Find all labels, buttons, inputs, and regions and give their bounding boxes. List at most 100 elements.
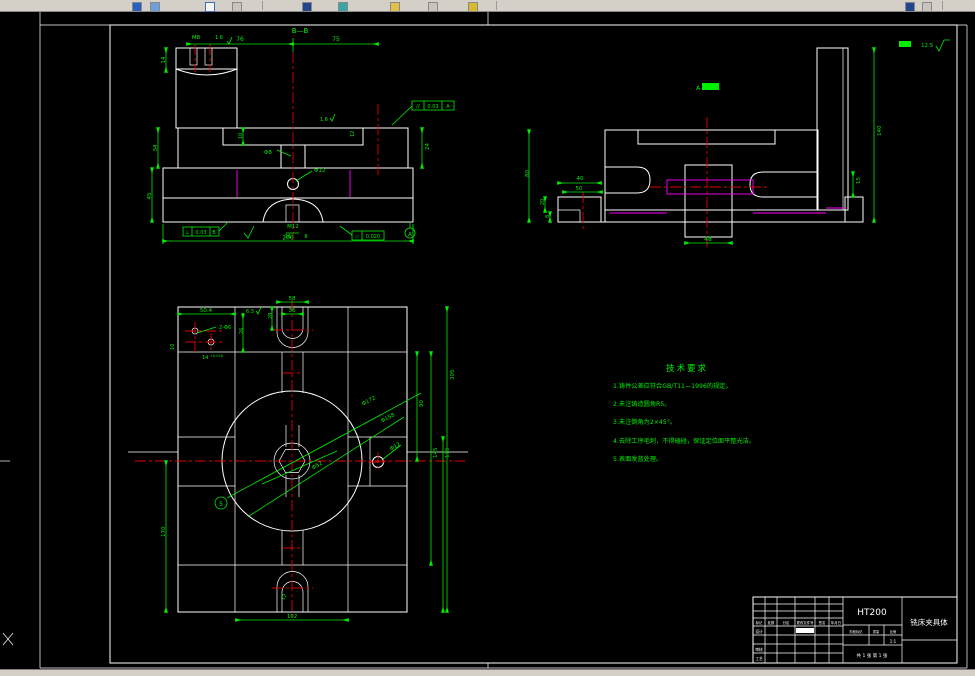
dim-label: +0.018 xyxy=(210,354,223,358)
svg-text:⊥: ⊥ xyxy=(185,230,190,236)
signature-mark xyxy=(796,628,814,633)
dim-label: 305 xyxy=(450,369,456,380)
dim-label: 12 xyxy=(280,593,288,602)
stage-header: 阶段标记 xyxy=(850,629,864,634)
view-a-label: A xyxy=(696,83,719,92)
dim-label: 50 xyxy=(576,186,583,192)
dim-label: 90 xyxy=(419,400,425,407)
dim-label: 10 xyxy=(170,344,176,350)
dim-label: 6.3 xyxy=(246,309,254,315)
scale-value: 1:1 xyxy=(890,639,897,644)
svg-text:B: B xyxy=(212,230,216,236)
drawing-canvas[interactable]: B—B 76 75 M8 1.6 14 34 45 10 12 24 Φ8 Φ1… xyxy=(0,11,975,669)
dim-label: 14 xyxy=(202,355,208,361)
svg-text:5: 5 xyxy=(219,501,223,508)
surface-finish-icon xyxy=(255,306,262,315)
dim-label: 34 xyxy=(153,144,159,151)
roughness-note: 12.5 xyxy=(899,39,950,52)
dim-label: 28 xyxy=(268,313,274,319)
section-label: B—B xyxy=(292,27,309,35)
dim-label: 12.5 xyxy=(921,43,934,49)
dim-label: 8 xyxy=(545,215,551,218)
title-block-header: 签名 xyxy=(819,620,826,625)
stage-header: 质量 xyxy=(873,629,880,634)
tech-req-title: 技术要求 xyxy=(666,363,708,374)
title-block-header: 处数 xyxy=(768,620,775,625)
dim-label: 24 xyxy=(425,143,431,150)
svg-text:0.03: 0.03 xyxy=(427,104,438,110)
dim-label: 26 xyxy=(239,328,245,334)
part-name: 铣床夹具体 xyxy=(910,617,948,627)
svg-text:A: A xyxy=(696,84,701,92)
surface-finish-icon xyxy=(935,39,950,52)
tech-req-item: 3.未注倒角为2×45°。 xyxy=(613,418,676,426)
material-label: HT200 xyxy=(857,608,887,618)
title-block-header: 年月日 xyxy=(831,620,841,625)
svg-text://: // xyxy=(416,104,420,110)
toolbar-separator xyxy=(942,1,943,10)
dim-label: 80 xyxy=(525,170,531,177)
dim-label: 140 xyxy=(877,125,883,136)
sheet-border xyxy=(0,12,968,669)
dim-label: 175 xyxy=(445,447,451,458)
tech-req-item: 4.去除工序毛刺，不得磕碰，保证定位面平整光洁。 xyxy=(613,437,755,445)
title-block-row-label: 审核 xyxy=(755,647,763,652)
technical-requirements: 技术要求 1.铸件公差应符合GB/T11—1996的规定。 2.未注铸造圆角R5… xyxy=(613,363,755,463)
svg-text:A: A xyxy=(446,104,450,110)
dim-label: Φ172 xyxy=(361,395,377,407)
dim-label: 145 xyxy=(433,447,439,458)
status-bar: Layout1 xyxy=(0,669,975,676)
toolbar-separator xyxy=(262,1,263,10)
dim-label: 102 xyxy=(287,614,298,620)
svg-text:▱: ▱ xyxy=(355,234,359,240)
toolbar-separator xyxy=(496,1,497,10)
dim-label: Φ12 xyxy=(389,442,402,453)
dim-label: 1.6 xyxy=(320,117,328,123)
dim-label: 36 xyxy=(289,308,296,314)
title-block-row-label: 设计 xyxy=(755,629,763,634)
dim-label: 58 xyxy=(289,296,296,302)
sheet-note: 共 1 张 第 1 张 xyxy=(857,652,888,659)
dim-label: Φ8 xyxy=(264,150,272,156)
dim-label: Φ12 xyxy=(314,168,325,174)
dim-label: 75 xyxy=(332,36,340,43)
tech-req-item: 2.未注铸造圆角R5。 xyxy=(613,400,670,408)
title-block-header: 更改文件号 xyxy=(797,620,815,625)
view-section-right: A 40 50 20 8 48 15 140 80 xyxy=(525,47,883,247)
dim-label: 48 xyxy=(704,236,712,243)
tech-req-item: 1.铸件公差应符合GB/T11—1996的规定。 xyxy=(613,382,732,390)
dim-label: M8 xyxy=(192,35,201,41)
dim-label: 50.4 xyxy=(200,308,213,314)
dim-label: 2-Φ6 xyxy=(219,325,231,331)
title-block-header: 标记 xyxy=(756,620,763,625)
svg-text:0.03: 0.03 xyxy=(195,230,206,236)
title-block: 标记 处数 分区 更改文件号 签名 年月日 设计 审核 工艺 HT200 阶段标… xyxy=(752,596,958,664)
svg-text:0.020: 0.020 xyxy=(366,234,380,240)
dim-label: 76 xyxy=(236,36,244,43)
dim-label: M12 xyxy=(287,224,299,230)
dim-label: 14 xyxy=(161,56,167,63)
dim-label: 45 xyxy=(147,192,153,199)
datum-a-balloon: A xyxy=(404,222,416,239)
view-plan: Φ172 Φ158 Φ52 Φ12 5 50.4 6.3 58 36 28 26… xyxy=(128,296,468,622)
dim-label: 15 xyxy=(856,177,862,184)
tech-req-item: 5.表面发蓝处理。 xyxy=(613,455,662,463)
dim-label: 40 xyxy=(577,176,584,182)
title-block-row-label: 工艺 xyxy=(755,656,763,661)
dim-label: 12 xyxy=(350,131,356,137)
dim-label: 8 xyxy=(304,234,307,240)
tolerance-frame-parallel: // 0.03 A xyxy=(391,100,455,126)
dim-label: 170 xyxy=(161,526,167,537)
dim-label: 10 xyxy=(238,133,244,139)
title-block-header: 分区 xyxy=(783,620,790,625)
ucs-icon xyxy=(2,632,14,646)
tolerance-frame-perpendicular: ⊥ 0.03 B xyxy=(182,221,229,237)
dim-label: 1.6 xyxy=(215,35,223,41)
svg-text:A: A xyxy=(408,232,412,238)
stage-header: 比例 xyxy=(890,629,896,634)
surface-finish-icon xyxy=(243,225,255,239)
item-balloon: 5 xyxy=(214,496,228,510)
view-section-bb: B—B 76 75 M8 1.6 14 34 45 10 12 24 Φ8 Φ1… xyxy=(147,27,455,244)
dim-label: 200 xyxy=(282,235,294,242)
tolerance-frame-flatness: ▱ 0.020 xyxy=(339,225,385,241)
